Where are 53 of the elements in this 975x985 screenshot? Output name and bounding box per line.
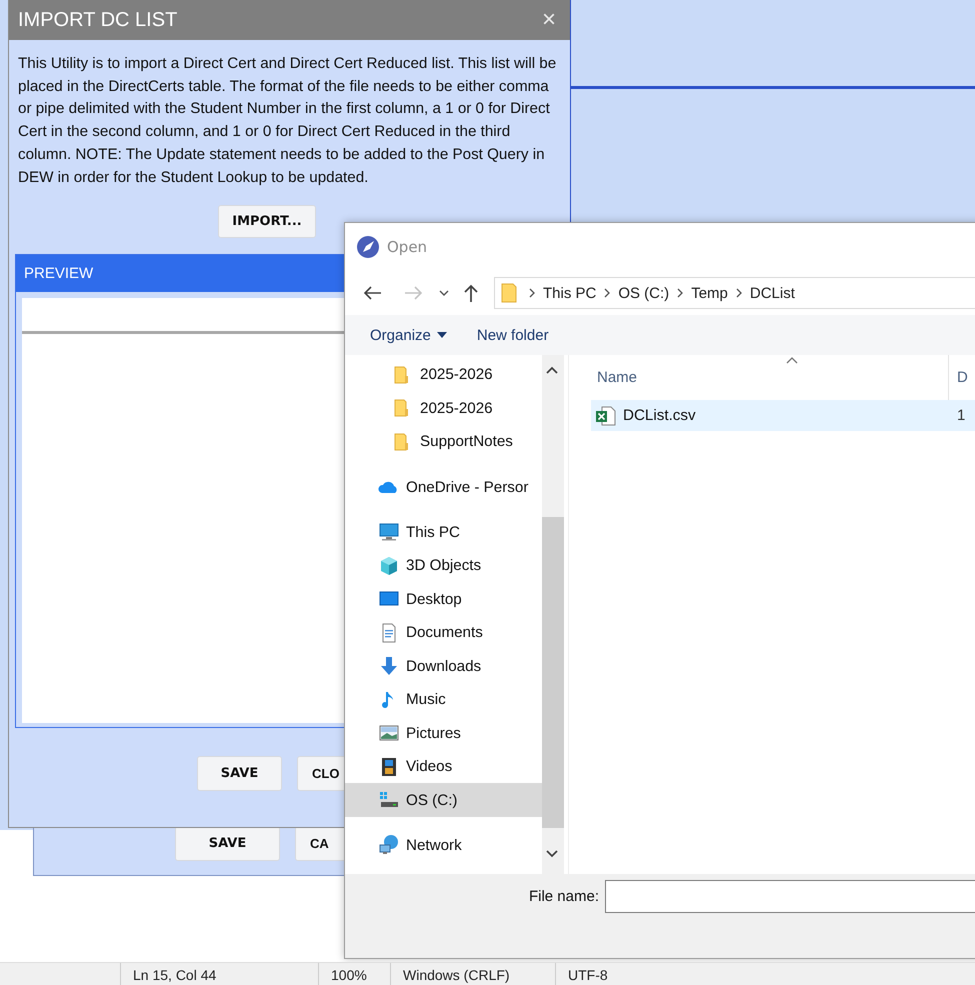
dialog-button[interactable]: SAVE (197, 756, 282, 792)
cube-icon (378, 554, 400, 577)
breadcrumb[interactable]: OS (C:) (618, 284, 670, 302)
down-arrow-icon (378, 655, 400, 678)
back-arrow-icon (362, 285, 382, 301)
field-label: File name: (528, 887, 600, 905)
chevron-icon (736, 288, 742, 298)
up-arrow-icon (463, 283, 479, 303)
app-icon (357, 236, 379, 258)
chevron-icon (677, 288, 684, 298)
monitor-icon (378, 521, 400, 544)
network-icon (378, 834, 400, 856)
chevron-down-icon[interactable] (545, 849, 559, 859)
column-header[interactable]: D (949, 369, 968, 386)
description-text: This Utility is to import a Direct Cert and Direct Cert Reduced list. This list will be placed in the DirectCerts table. The format of the file needs to be either comma or pipe delimited with the Student Number in the first column, a 1 or 0 for Direct Cert in the second column, and 1 or 0 for Direct Cert Reduced in the third column. NOTE: The Update statement needs to be added to the Post Query in DEW in order for the Student Lookup to be updated. (18, 54, 558, 188)
file-row[interactable]: DCList.csv 1 (591, 400, 975, 431)
file-name: DCList.csv (623, 407, 696, 424)
toolbar-menu[interactable]: Organize (370, 326, 447, 344)
breadcrumb[interactable]: Temp (691, 284, 728, 302)
forward-arrow-icon (404, 285, 424, 301)
nav-item[interactable]: Desktop (345, 582, 542, 616)
nav-item[interactable]: This PC (345, 516, 542, 550)
sort-caret-icon (786, 356, 798, 364)
nav-item[interactable]: 3D Objects (345, 549, 542, 583)
caret-icon (436, 332, 447, 338)
import-button[interactable]: IMPORT... (218, 205, 316, 238)
nav-item[interactable]: Pictures (345, 716, 542, 750)
toolbar-button[interactable]: New folder (476, 326, 549, 344)
nav-item[interactable]: SupportNotes (345, 424, 542, 458)
file-name-field[interactable] (605, 880, 975, 913)
nav-item[interactable]: Documents (345, 616, 542, 650)
nav-item[interactable]: OS (C:) (345, 783, 542, 817)
status-text: 100% (331, 966, 367, 982)
chevron-icon (604, 288, 610, 298)
dialog-title: IMPORT DC LIST (18, 8, 178, 32)
nav-item[interactable]: Downloads (345, 650, 542, 683)
breadcrumb[interactable]: DCList (750, 284, 795, 302)
nav-item[interactable]: OneDrive - Persor (345, 470, 542, 504)
dialog-title: Open (387, 238, 428, 256)
address-bar[interactable]: This PC OS (C:) Temp DCList (494, 277, 975, 309)
chevron-up-icon[interactable] (545, 365, 559, 375)
nav-item[interactable]: Network (345, 828, 542, 862)
chevron-icon (529, 288, 535, 298)
chevron-down-icon (439, 290, 449, 296)
nav-item[interactable]: Music (345, 682, 542, 716)
table-cell-text: 1 (956, 407, 966, 424)
status-text: Ln 15, Col 44 (133, 966, 216, 982)
dialog-button[interactable]: SAVE (175, 826, 280, 861)
status-text: Windows (CRLF) (403, 966, 510, 982)
nav-item[interactable]: 2025-2026 (345, 358, 542, 392)
status-text: UTF-8 (568, 966, 608, 982)
nav-item[interactable]: 2025-2026 (345, 391, 542, 425)
spreadsheet-icon (595, 404, 617, 426)
